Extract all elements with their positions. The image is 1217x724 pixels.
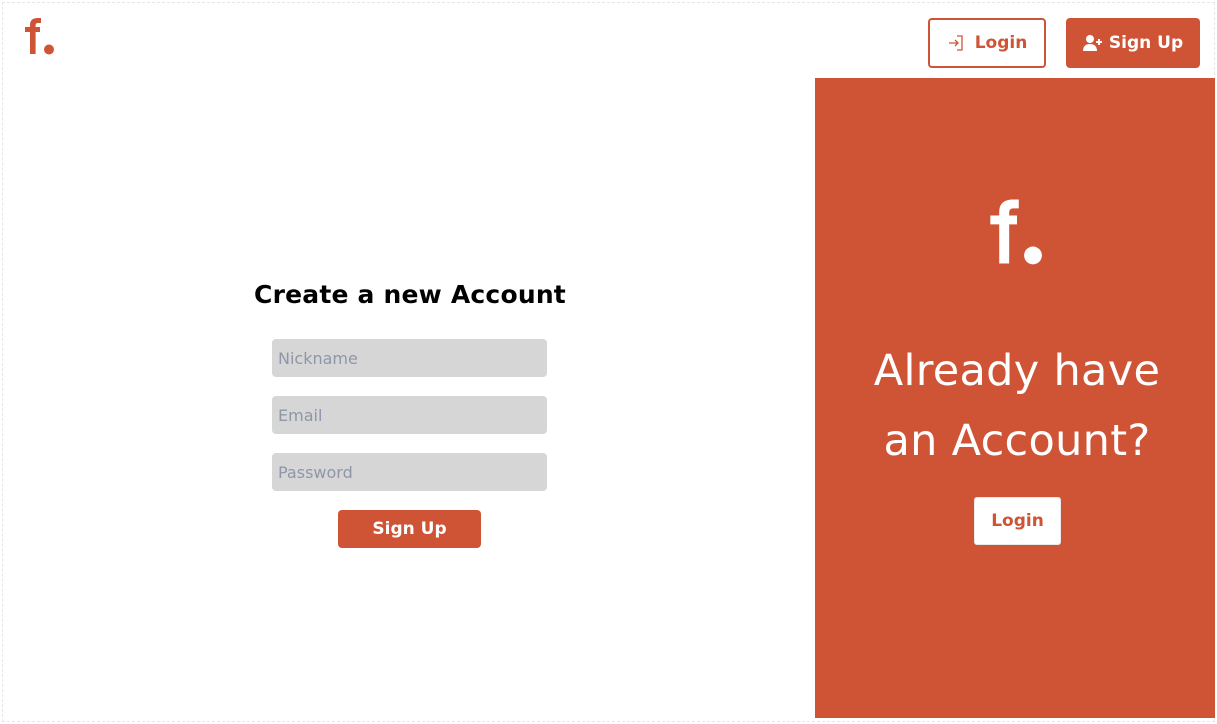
header-login-label: Login — [974, 33, 1028, 53]
signup-form-header: Create a new Account — [210, 280, 610, 309]
password-input[interactable] — [272, 453, 547, 491]
user-plus-icon — [1082, 34, 1102, 52]
header-signup-button[interactable]: Sign Up — [1066, 18, 1200, 68]
form-title: Create a new Account — [254, 280, 566, 309]
logo-icon[interactable] — [22, 18, 58, 58]
signup-submit-button[interactable]: Sign Up — [338, 510, 481, 548]
email-input[interactable] — [272, 396, 547, 434]
header-signup-label: Sign Up — [1108, 33, 1184, 53]
panel-heading-line1: Already have — [873, 346, 1161, 396]
header-login-button[interactable]: Login — [928, 18, 1046, 68]
panel-heading-line2: an Account? — [883, 416, 1151, 466]
login-prompt-panel: Already have an Account? Login — [815, 78, 1215, 718]
sign-in-icon — [947, 34, 965, 52]
nickname-input[interactable] — [272, 339, 547, 377]
panel-logo-icon — [985, 199, 1049, 271]
panel-login-button[interactable]: Login — [974, 497, 1061, 545]
panel-heading: Already have an Account? — [815, 336, 1217, 476]
